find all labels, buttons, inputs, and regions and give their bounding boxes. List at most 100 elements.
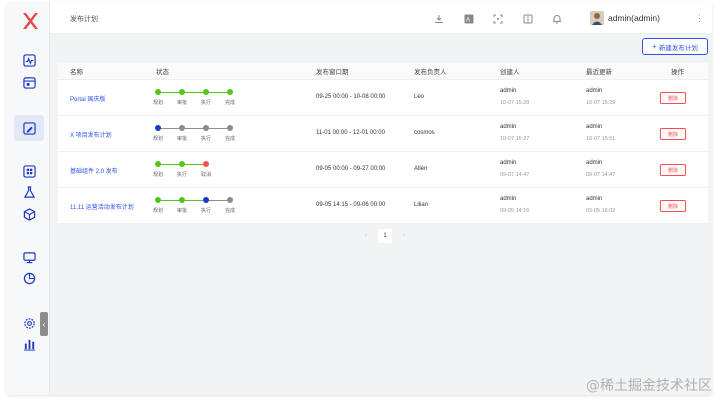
table-row[interactable]: 基础组件 2.0 发布 规划 执行 取消 09-05 00:00 - 09-27 00:… — [58, 152, 708, 188]
release-plan-table: 名称 状态 发布窗口期 发布负责人 创建人 最近更新 操作 Portal 国庆版… — [58, 63, 708, 224]
step-dot — [203, 125, 209, 131]
sidebar-collapse-handle[interactable]: ‹ — [40, 312, 48, 336]
dashboard-pulse-icon[interactable] — [21, 52, 37, 68]
delete-button[interactable]: 删除 — [660, 128, 686, 140]
step-dot — [179, 161, 185, 167]
updated-time: 10-07 15:29 — [586, 100, 616, 106]
created-time: 10-07 15:28 — [500, 100, 530, 106]
document-icon[interactable] — [523, 14, 533, 24]
plan-name-link[interactable]: 基础组件 2.0 发布 — [70, 166, 118, 175]
step-label: 完成 — [224, 208, 235, 214]
updater-name: admin — [586, 196, 603, 202]
updater-name: admin — [586, 88, 603, 94]
step-dot — [203, 161, 209, 167]
step-label: 规划 — [152, 172, 163, 178]
step-label: 审批 — [176, 136, 187, 142]
step-connector — [185, 127, 203, 129]
updated-time: 09-05 16:02 — [586, 208, 616, 214]
updater-name: admin — [586, 124, 603, 130]
release-owner: Lilian — [414, 202, 429, 208]
column-header-window: 发布窗口期 — [316, 69, 349, 76]
creator-name: admin — [500, 160, 517, 166]
table-row[interactable]: Portal 国庆版 规划 审批 执行 完成 09-25 00:00 - 10-08 00… — [58, 80, 708, 116]
created-time: 09-05 14:16 — [500, 208, 530, 214]
step-dot — [155, 161, 161, 167]
notification-bell-icon[interactable] — [552, 14, 562, 24]
plan-name-link[interactable]: 11.11 运营活动发布计划 — [70, 202, 134, 211]
app-window: ‹ 发布计划 A admin(admin) ⋮ + 新建发布计划 名称 状态 发… — [6, 2, 712, 395]
bar-chart-icon[interactable] — [21, 336, 37, 352]
step-dot — [179, 89, 185, 95]
step-connector — [161, 91, 179, 93]
step-dot — [155, 197, 161, 203]
step-label: 取消 — [200, 172, 211, 178]
step-dot — [155, 89, 161, 95]
pagination: ‹ 1 › — [360, 229, 410, 243]
pie-chart-icon[interactable] — [21, 270, 37, 286]
created-time: 10-07 15:27 — [500, 136, 530, 142]
download-icon[interactable] — [434, 14, 444, 24]
delete-button[interactable]: 删除 — [660, 200, 686, 212]
table-body: Portal 国庆版 规划 审批 执行 完成 09-25 00:00 - 10-08 00… — [58, 80, 708, 224]
column-header-updated: 最近更新 — [586, 69, 612, 76]
step-dot — [203, 197, 209, 203]
step-label: 执行 — [200, 100, 211, 106]
column-header-owner: 发布负责人 — [414, 69, 447, 76]
column-header-name: 名称 — [70, 69, 83, 76]
release-window: 11-01 00:00 - 12-01 00:00 — [316, 130, 385, 136]
step-connector — [209, 127, 227, 129]
updated-time: 10-07 15:51 — [586, 136, 616, 142]
step-label: 规划 — [152, 208, 163, 214]
delete-button[interactable]: 删除 — [660, 92, 686, 104]
step-dot — [227, 125, 233, 131]
grid-icon[interactable] — [21, 163, 37, 179]
settings-gear-icon[interactable] — [21, 315, 37, 331]
plan-name-link[interactable]: X 项目发布计划 — [70, 130, 112, 139]
updater-name: admin — [586, 160, 603, 166]
new-release-plan-button[interactable]: + 新建发布计划 — [642, 38, 708, 55]
step-connector — [185, 91, 203, 93]
creator-name: admin — [500, 196, 517, 202]
translate-icon[interactable]: A — [464, 14, 474, 24]
step-label: 完成 — [224, 100, 235, 106]
status-steps: 规划 审批 执行 完成 — [152, 125, 252, 145]
fullscreen-icon[interactable] — [493, 14, 503, 24]
release-plan-icon[interactable] — [21, 120, 37, 136]
more-vertical-icon[interactable]: ⋮ — [695, 13, 704, 24]
calendar-icon[interactable] — [21, 74, 37, 90]
release-owner: Allen — [414, 166, 428, 172]
step-label: 执行 — [200, 136, 211, 142]
step-connector — [161, 199, 179, 201]
package-icon[interactable] — [21, 206, 37, 222]
next-page-button[interactable]: › — [398, 233, 410, 239]
table-row[interactable]: X 项目发布计划 规划 审批 执行 完成 11-01 00:00 - 12-01 00:0… — [58, 116, 708, 152]
creator-name: admin — [500, 124, 517, 130]
prev-page-button[interactable]: ‹ — [360, 233, 372, 239]
step-dot — [227, 89, 233, 95]
step-connector — [185, 199, 203, 201]
status-steps: 规划 审批 执行 完成 — [152, 197, 252, 217]
created-time: 09-07 14:47 — [500, 172, 530, 178]
release-owner: Leo — [414, 94, 425, 100]
user-name[interactable]: admin(admin) — [608, 13, 660, 23]
plus-icon: + — [652, 42, 657, 51]
column-header-status: 状态 — [156, 69, 169, 76]
step-dot — [155, 125, 161, 131]
column-header-actions: 操作 — [671, 69, 684, 76]
table-header: 名称 状态 发布窗口期 发布负责人 创建人 最近更新 操作 — [58, 63, 708, 80]
delete-button[interactable]: 删除 — [660, 164, 686, 176]
table-row[interactable]: 11.11 运营活动发布计划 规划 审批 执行 完成 09-05 14:15 - 09-0… — [58, 188, 708, 224]
flask-icon[interactable] — [21, 184, 37, 200]
step-connector — [161, 163, 179, 165]
release-window: 09-25 00:00 - 10-08 00:00 — [316, 94, 386, 100]
page-number-current[interactable]: 1 — [378, 229, 392, 243]
svg-text:A: A — [466, 18, 470, 24]
monitor-icon[interactable] — [21, 249, 37, 265]
status-steps: 规划 执行 取消 — [152, 161, 252, 181]
logo-icon[interactable] — [22, 12, 38, 30]
user-avatar[interactable] — [590, 11, 604, 25]
plan-name-link[interactable]: Portal 国庆版 — [70, 94, 105, 103]
step-label: 规划 — [152, 136, 163, 142]
step-dot — [179, 125, 185, 131]
updated-time: 09-07 14:47 — [586, 172, 616, 178]
